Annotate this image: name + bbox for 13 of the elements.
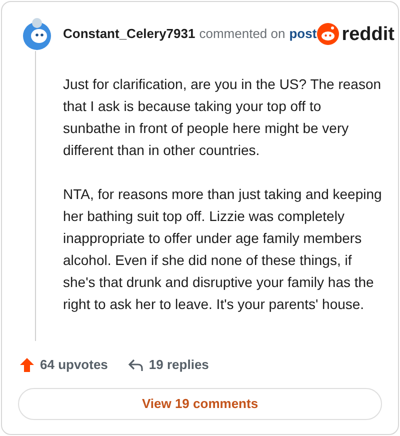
reply-count: 19 replies	[148, 356, 209, 374]
avatar-icon	[21, 17, 53, 51]
comment-paragraph: Just for clarification, are you in the US? The reason that I ask is because taking your top off to sunbathe in front of people here might be very different than in other countries.	[63, 75, 382, 160]
reddit-logo-icon	[316, 23, 339, 45]
action-text: commented on	[199, 25, 286, 44]
reply-icon[interactable]	[128, 358, 144, 372]
brand-wordmark: reddit	[342, 24, 394, 44]
upvote-count: 64 upvotes	[40, 356, 108, 374]
post-link[interactable]: post	[289, 24, 317, 44]
comment-paragraph: NTA, for reasons more than just taking and keeping her bathing suit top off. Lizzie was completely inappropriate to offer under age family members alcohol. Even if she did none of these things, if she's that drunk and disruptive your family has the right to ask her to leave. It's your parents' house.	[63, 185, 382, 314]
username[interactable]: Constant_Celery7931	[63, 24, 196, 44]
upvote-icon[interactable]	[19, 356, 35, 373]
view-comments-button[interactable]: View 19 comments	[18, 388, 382, 420]
